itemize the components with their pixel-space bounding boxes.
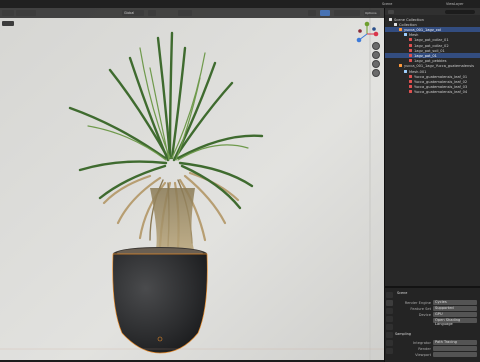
outliner-row-label: 1agv_pot_collar_01 xyxy=(414,38,449,43)
property-label: Viewport xyxy=(415,352,431,357)
outliner-row-label: Yucca_guatemalensis_leaf_02 xyxy=(414,79,468,84)
sampling-panel-header[interactable]: Sampling xyxy=(395,332,411,336)
zoom-icon[interactable] xyxy=(372,42,380,50)
camera-view-icon[interactable] xyxy=(372,60,380,68)
render-settings: Render Engine Cycles Feature Set Supported D… xyxy=(385,300,480,330)
outliner-row-label: Yucca_guatemalensis_leaf_01 xyxy=(414,74,468,79)
material-icon xyxy=(409,85,412,89)
3d-viewport[interactable]: Global Options xyxy=(0,8,384,360)
property-row: Viewport xyxy=(385,352,480,357)
outliner-row-label: 1agv_pot_collar_02 xyxy=(414,43,449,48)
snap-button[interactable] xyxy=(148,10,156,16)
property-value-field[interactable]: Open Shading Language xyxy=(433,318,477,326)
property-value-field[interactable]: GPU xyxy=(433,312,477,317)
scene-selector[interactable]: Scene xyxy=(382,2,392,6)
outliner-row-label: Mesh.001 xyxy=(409,69,427,74)
outliner-row-label: 1agv_pot_01 xyxy=(414,53,437,58)
property-label: Render Engine xyxy=(404,300,431,305)
property-value-field[interactable] xyxy=(433,346,477,351)
world-tab-icon[interactable] xyxy=(386,332,393,338)
shading-buttons[interactable] xyxy=(334,10,360,16)
property-label: Feature Set xyxy=(410,306,431,311)
property-label: Render xyxy=(418,346,431,351)
outliner-panel: Scene Collection Collection yucca_001_1agv… xyxy=(384,8,480,286)
property-value-field[interactable]: Path Tracing xyxy=(433,340,477,345)
mesh-icon xyxy=(404,69,407,73)
viewport-header: Global Options xyxy=(0,8,384,18)
mesh-icon xyxy=(404,33,407,37)
sampling-settings: Integrator Path Tracing Render Viewport xyxy=(385,340,480,360)
material-icon xyxy=(409,74,412,78)
mode-selector[interactable] xyxy=(16,10,36,16)
options-button[interactable]: Options xyxy=(364,10,380,16)
collection-icon xyxy=(394,22,397,26)
material-icon xyxy=(409,79,412,83)
material-icon xyxy=(409,53,412,57)
object-icon xyxy=(399,27,402,31)
outliner-row[interactable]: Yucca_guatemalensis_leaf_04 xyxy=(385,90,480,95)
material-icon xyxy=(409,48,412,52)
outliner-row-label: Yucca_guatemalensis_leaf_04 xyxy=(414,90,468,95)
material-icon xyxy=(409,59,412,63)
property-row: Integrator Path Tracing xyxy=(385,340,480,345)
outliner-row-label: Scene Collection xyxy=(394,17,424,22)
property-label: Device xyxy=(418,312,431,317)
outliner-row-label: Collection xyxy=(399,22,417,27)
view-layer-selector[interactable]: ViewLayer xyxy=(446,2,464,6)
pan-icon[interactable] xyxy=(372,51,380,59)
display-mode-button[interactable] xyxy=(388,9,394,14)
visibility-button[interactable] xyxy=(308,10,316,16)
property-row: Feature Set Supported xyxy=(385,306,480,311)
material-icon xyxy=(409,43,412,47)
property-label: Integrator xyxy=(412,340,431,345)
property-row: Device GPU xyxy=(385,312,480,317)
material-icon xyxy=(409,90,412,94)
perspective-toggle-icon[interactable] xyxy=(372,69,380,77)
proportional-edit-button[interactable] xyxy=(178,10,192,16)
property-value-field[interactable]: Cycles xyxy=(433,300,477,305)
outliner-row-label: yucca_001_1agv_col xyxy=(404,27,441,32)
tool-tab-icon[interactable] xyxy=(386,292,393,298)
outliner-row-label: 1agv_pot_soil_01 xyxy=(414,48,445,53)
properties-section-title: Scene xyxy=(397,291,408,295)
outliner-search-input[interactable] xyxy=(445,9,475,14)
outliner-row-label: Yucca_guatemalensis_leaf_03 xyxy=(414,85,468,90)
viewport-render xyxy=(0,8,384,360)
property-value-field[interactable] xyxy=(433,352,477,357)
property-row: Open Shading Language xyxy=(385,318,480,326)
transform-orientation[interactable]: Global xyxy=(122,10,144,16)
outliner-row-label: Mesh xyxy=(409,33,419,38)
outliner-row-label: yucca_001_1agv_Yucca_guatemalensis xyxy=(404,64,475,69)
object-icon xyxy=(399,64,402,68)
collection-icon xyxy=(389,17,392,21)
outliner-row-label: 1agv_pot_pebbles xyxy=(414,59,447,64)
editor-type-button[interactable] xyxy=(2,10,14,16)
property-row: Render Engine Cycles xyxy=(385,300,480,305)
outliner-header xyxy=(385,8,480,15)
material-icon xyxy=(409,38,412,42)
properties-panel: Scene Render Engine Cycles Feature Set Supp… xyxy=(384,286,480,362)
property-row: Render xyxy=(385,346,480,351)
tool-settings-toggle[interactable] xyxy=(2,21,14,26)
overlays-button[interactable] xyxy=(320,10,330,16)
property-value-field[interactable]: Supported xyxy=(433,306,477,311)
